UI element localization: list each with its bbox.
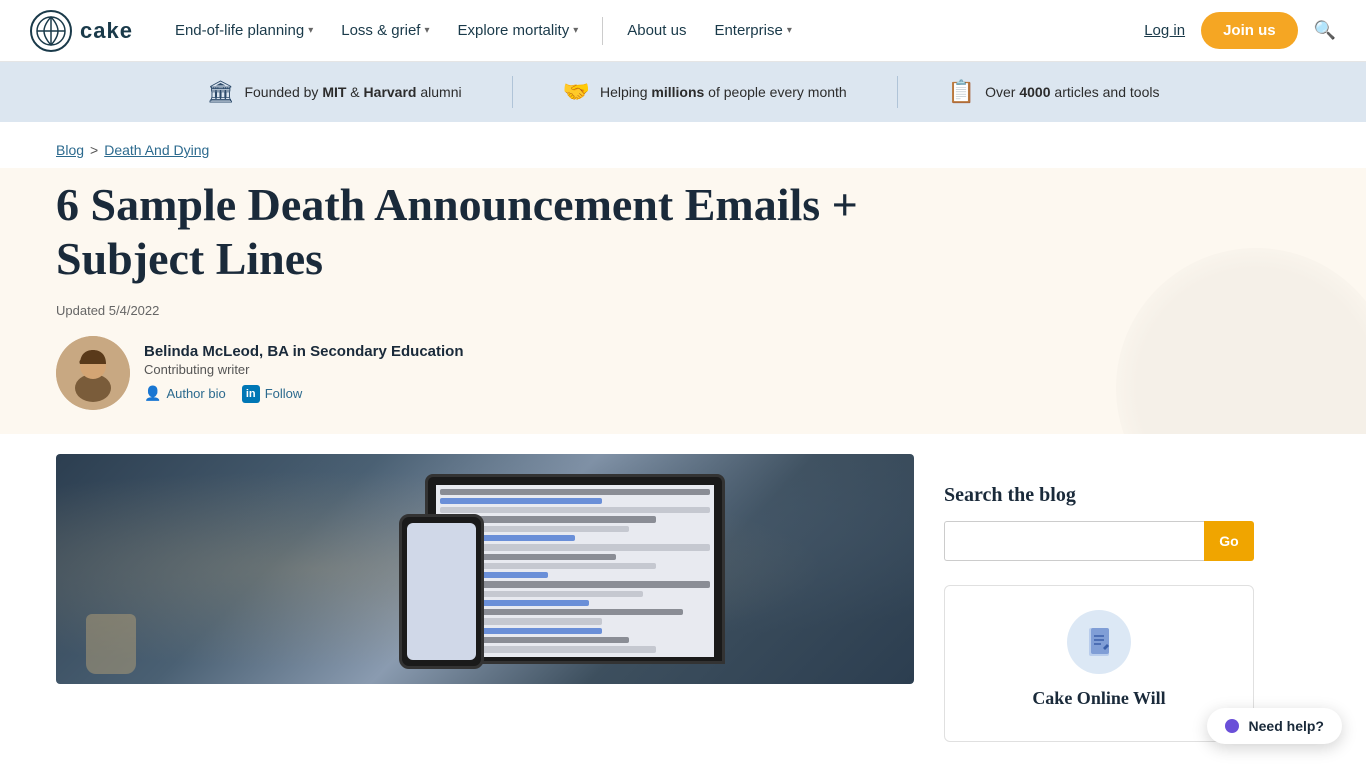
main-nav: cake End-of-life planning ▾ Loss & grief… [0,0,1366,62]
chevron-down-icon: ▾ [787,25,792,36]
chat-icon [1225,719,1239,733]
brand-logo[interactable]: cake [30,10,133,52]
article-image-section [56,454,914,742]
breadcrumb-blog[interactable]: Blog [56,142,84,158]
author-links: 👤 Author bio in Follow [144,385,464,403]
cup-decoration [86,614,136,674]
author-info: Belinda McLeod, BA in Secondary Educatio… [144,343,464,403]
nav-item-eol[interactable]: End-of-life planning ▾ [163,14,325,47]
author-avatar [56,336,130,410]
search-icon[interactable]: 🔍 [1314,20,1336,41]
breadcrumb-current[interactable]: Death And Dying [104,142,209,158]
sidebar-search-button[interactable]: Go [1204,521,1254,561]
breadcrumb-separator: > [90,142,98,158]
chevron-down-icon: ▾ [424,25,429,36]
author-bio-link[interactable]: 👤 Author bio [144,385,226,402]
author-role: Contributing writer [144,362,464,377]
sidebar-search-title: Search the blog [944,484,1254,507]
articles-icon: 📋 [948,79,975,105]
chat-label: Need help? [1249,718,1324,734]
article-title: 6 Sample Death Announcement Emails + Sub… [56,178,906,287]
institution-icon: 🏛 [207,79,235,105]
trust-bar: 🏛 Founded by MIT & Harvard alumni 🤝 Help… [0,62,1366,122]
brand-name: cake [80,18,133,44]
article-image [56,454,914,684]
nav-links: End-of-life planning ▾ Loss & grief ▾ Ex… [163,14,1144,47]
trust-item-helping: 🤝 Helping millions of people every month [513,79,897,105]
sidebar-search-input[interactable] [944,521,1204,561]
nav-divider [602,17,603,45]
chevron-down-icon: ▾ [308,25,313,36]
nav-item-mortality[interactable]: Explore mortality ▾ [446,14,591,47]
person-icon: 👤 [144,385,161,402]
linkedin-follow[interactable]: in Follow [242,385,303,403]
phone-decoration [399,514,484,669]
will-icon [1067,610,1131,674]
login-link[interactable]: Log in [1144,22,1185,39]
heart-icon: 🤝 [563,79,590,105]
author-section: Belinda McLeod, BA in Secondary Educatio… [56,336,1310,434]
linkedin-icon: in [242,385,260,403]
nav-right: Log in Join us 🔍 [1144,12,1336,49]
nav-item-loss[interactable]: Loss & grief ▾ [329,14,441,47]
nav-item-about[interactable]: About us [615,14,698,47]
chevron-down-icon: ▾ [573,25,578,36]
join-button[interactable]: Join us [1201,12,1298,49]
nav-item-enterprise[interactable]: Enterprise ▾ [702,14,803,47]
sidebar: Search the blog Go Cake Online Will [944,454,1254,742]
article-updated-date: Updated 5/4/2022 [56,303,1310,318]
trust-item-articles: 📋 Over 4000 articles and tools [898,79,1210,105]
sidebar-search-row: Go [944,521,1254,561]
breadcrumb: Blog > Death And Dying [0,122,1366,168]
chat-bubble[interactable]: Need help? [1207,708,1342,744]
sidebar-card-title: Cake Online Will [965,688,1233,709]
phone-screen [407,523,476,660]
author-name: Belinda McLeod, BA in Secondary Educatio… [144,343,464,360]
trust-item-founded: 🏛 Founded by MIT & Harvard alumni [157,79,512,105]
